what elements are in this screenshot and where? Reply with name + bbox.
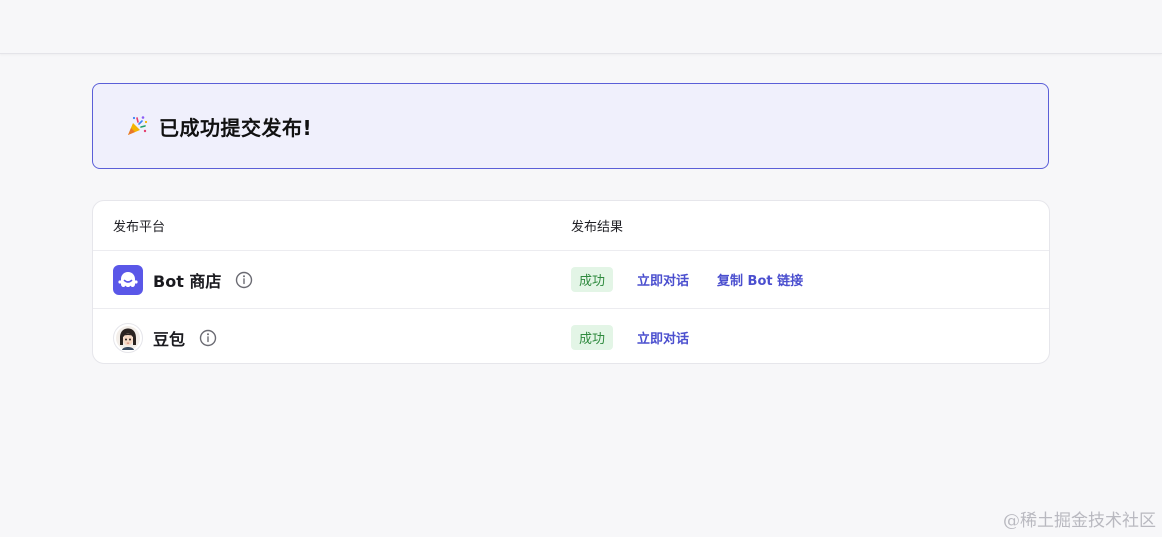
doubao-avatar-icon bbox=[113, 322, 143, 353]
success-banner: 已成功提交发布! bbox=[92, 83, 1049, 169]
publish-results-table: 发布平台 发布结果 Bot 商店 成功 立即对话 复制 Bot 链接 豆包 成功… bbox=[92, 200, 1050, 364]
table-header: 发布平台 发布结果 bbox=[93, 201, 1049, 251]
result-cell: 成功 立即对话 bbox=[571, 309, 717, 363]
header-result: 发布结果 bbox=[571, 220, 624, 235]
info-icon[interactable] bbox=[235, 271, 253, 289]
table-row: 豆包 成功 立即对话 bbox=[93, 309, 1049, 363]
copy-bot-link[interactable]: 复制 Bot 链接 bbox=[717, 270, 803, 289]
banner-title: 已成功提交发布! bbox=[159, 115, 313, 140]
watermark: @稀土掘金技术社区 bbox=[1003, 511, 1156, 531]
platform-cell: Bot 商店 bbox=[113, 251, 253, 308]
table-row: Bot 商店 成功 立即对话 复制 Bot 链接 bbox=[93, 251, 1049, 309]
header-platform: 发布平台 bbox=[113, 220, 166, 235]
party-popper-icon bbox=[125, 114, 149, 138]
result-cell: 成功 立即对话 复制 Bot 链接 bbox=[571, 251, 831, 308]
status-badge: 成功 bbox=[571, 267, 614, 292]
chat-now-link[interactable]: 立即对话 bbox=[637, 270, 689, 289]
info-icon[interactable] bbox=[199, 329, 217, 347]
chat-now-link[interactable]: 立即对话 bbox=[637, 328, 689, 347]
platform-cell: 豆包 bbox=[113, 309, 217, 363]
top-navigation-bar bbox=[0, 0, 1162, 54]
platform-name: Bot 商店 bbox=[153, 271, 222, 291]
platform-name: 豆包 bbox=[153, 329, 186, 349]
bot-store-logo-icon bbox=[113, 264, 143, 295]
status-badge: 成功 bbox=[571, 325, 614, 350]
